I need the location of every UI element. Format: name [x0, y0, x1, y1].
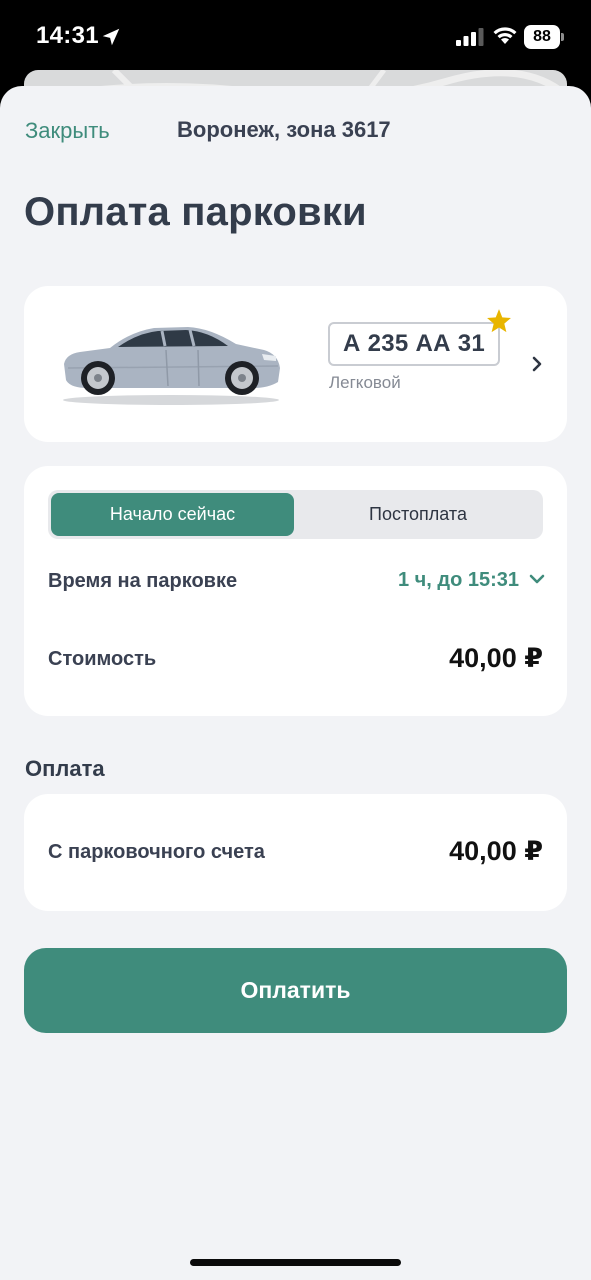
battery-level: 88 [524, 25, 560, 49]
tab-postpay[interactable]: Постоплата [296, 493, 540, 536]
status-bar: 14:31 88 [0, 0, 591, 78]
payment-sheet: Закрыть Воронеж, зона 3617 Оплата парков… [0, 86, 591, 1280]
battery-icon: 88 [524, 25, 564, 49]
cellular-signal-icon [456, 28, 484, 46]
vehicle-card[interactable]: А 235 АА 31 Легковой [24, 286, 567, 442]
favorite-star-icon [487, 309, 511, 333]
license-plate: А 235 АА 31 [328, 322, 500, 366]
home-indicator [190, 1259, 401, 1266]
cost-label: Стоимость [48, 648, 157, 670]
payment-amount: 40,00 ₽ [449, 836, 543, 866]
chevron-down-icon[interactable] [529, 573, 545, 585]
parking-time-selector[interactable]: 1 ч, до 15:31 [398, 569, 519, 592]
payment-source-label: С парковочного счета [48, 841, 265, 863]
wifi-icon [493, 27, 517, 44]
parking-params-card: Начало сейчас Постоплата Время на парков… [24, 466, 567, 716]
payment-section-label: Оплата [25, 756, 105, 781]
page-title: Оплата парковки [24, 190, 367, 234]
parking-time-label: Время на парковке [48, 570, 238, 592]
zone-title: Воронеж, зона 3617 [177, 117, 391, 142]
location-arrow-icon [102, 28, 120, 46]
chevron-right-icon [532, 356, 542, 372]
payment-mode-toggle: Начало сейчас Постоплата [48, 490, 543, 539]
status-time: 14:31 [36, 22, 99, 49]
vehicle-type: Легковой [329, 373, 401, 392]
payment-source-card[interactable]: С парковочного счета 40,00 ₽ [24, 794, 567, 911]
pay-button[interactable]: Оплатить [24, 948, 567, 1033]
car-image [63, 327, 280, 405]
tab-start-now[interactable]: Начало сейчас [51, 493, 294, 536]
close-button[interactable]: Закрыть [25, 118, 110, 144]
cost-amount: 40,00 ₽ [449, 643, 543, 673]
